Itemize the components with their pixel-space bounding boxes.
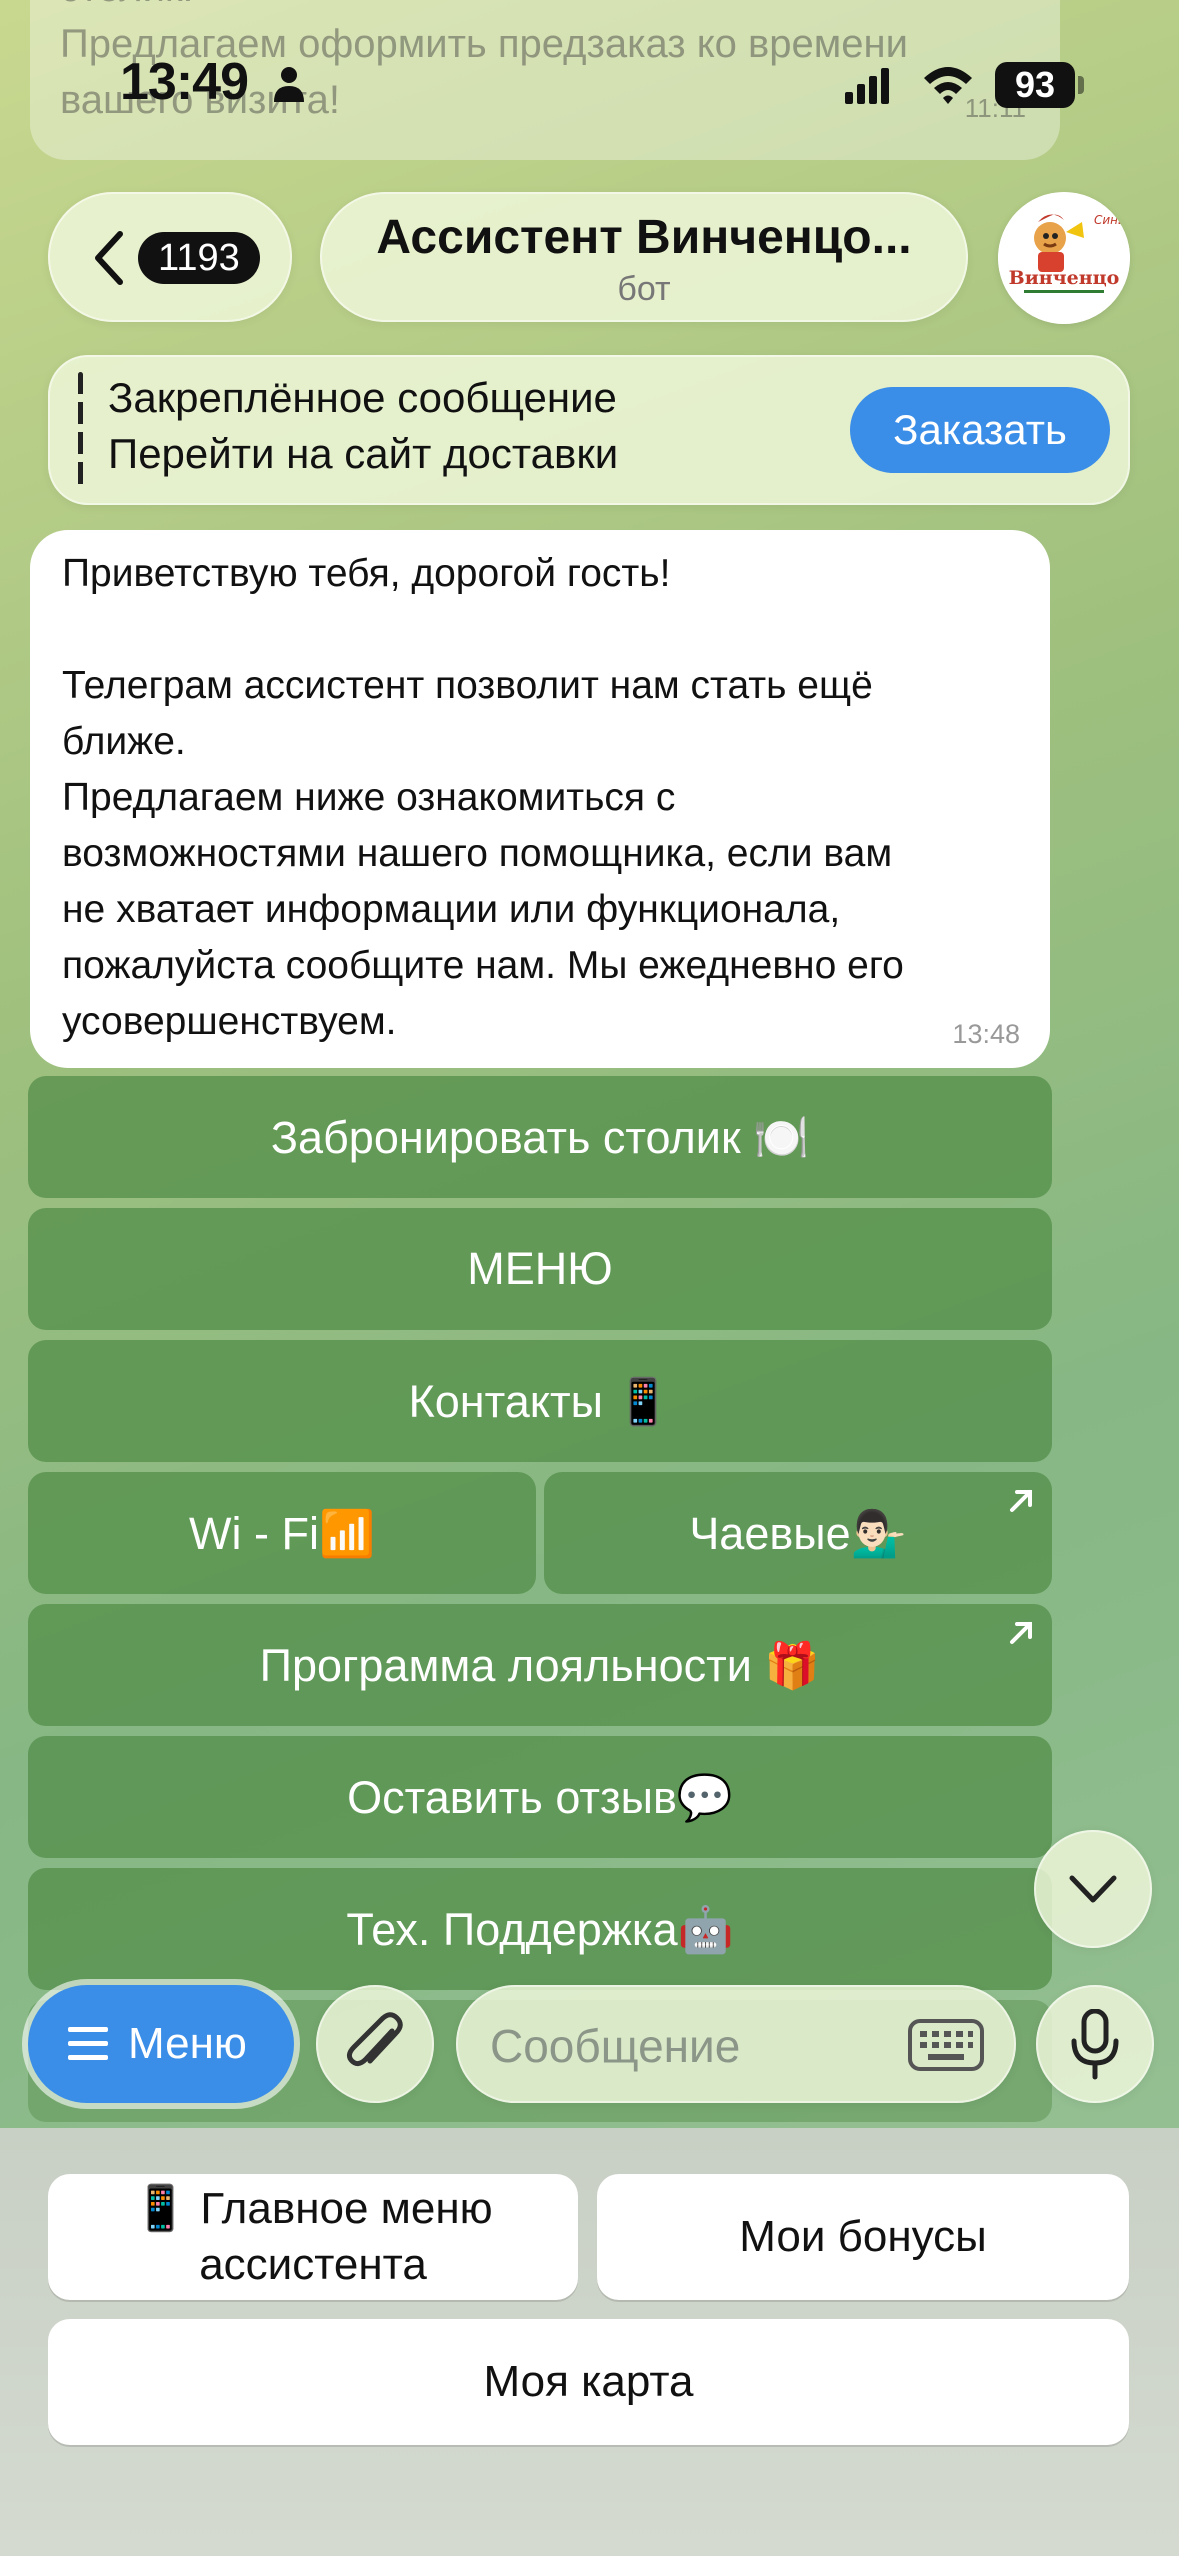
leave-review-button[interactable]: Оставить отзыв💬 (28, 1736, 1052, 1858)
battery-tip (1078, 76, 1084, 94)
chat-subtitle: бот (617, 270, 671, 308)
vincenzo-logo-icon: Винченцо Синьор (998, 192, 1130, 324)
battery-indicator: 93 (995, 62, 1075, 108)
status-time: 13:49 (120, 53, 249, 111)
pinned-indicator (78, 372, 83, 488)
main-menu-reply-button[interactable]: 📱 Главное меню ассистента (48, 2174, 578, 2300)
message-line: не хватает информации или функционала, (62, 888, 841, 931)
previous-message-line: столик. (60, 0, 194, 16)
bot-menu-button[interactable]: Меню (28, 1985, 294, 2103)
tips-button-label: Чаевые💁🏻‍♂️ (689, 1507, 907, 1559)
wifi-button[interactable]: Wi - Fi📶 (28, 1472, 536, 1594)
tech-support-button[interactable]: Тех. Поддержка🤖 (28, 1868, 1052, 1990)
svg-text:Винченцо: Винченцо (1009, 267, 1120, 289)
loyalty-program-label: Программа лояльности 🎁 (259, 1639, 821, 1691)
tips-button[interactable]: Чаевые💁🏻‍♂️ (544, 1472, 1052, 1594)
message-line: Предлагаем ниже ознакомиться с (62, 776, 676, 819)
cellular-signal-icon (845, 68, 889, 104)
bot-avatar[interactable]: Винченцо Синьор (998, 192, 1130, 324)
microphone-icon (1071, 2009, 1119, 2080)
loyalty-program-button[interactable]: Программа лояльности 🎁 (28, 1604, 1052, 1726)
pinned-title: Закреплённое сообщение (108, 374, 617, 421)
hamburger-icon (68, 2027, 108, 2060)
contacts-button[interactable]: Контакты 📱 (28, 1340, 1052, 1462)
external-link-arrow-icon (1010, 1490, 1032, 1512)
book-table-button[interactable]: Забронировать столик 🍽️ (28, 1076, 1052, 1198)
main-menu-label-line2: ассистента (199, 2240, 427, 2289)
pinned-text: Перейти на сайт доставки (108, 430, 619, 477)
message-line: возможностями нашего помощника, если вам (62, 832, 893, 875)
svg-text:Синьор: Синьор (1094, 213, 1130, 227)
message-bubble: Приветствую тебя, дорогой гость! Телегра… (30, 530, 1050, 1068)
message-input[interactable]: Сообщение (456, 1985, 1016, 2103)
external-link-arrow-icon (1010, 1622, 1032, 1644)
unread-count-badge: 1193 (138, 232, 260, 284)
message-line: пожалуйста сообщите нам. Мы ежедневно ег… (62, 944, 904, 987)
order-button[interactable]: Заказать (850, 387, 1110, 473)
my-bonuses-button[interactable]: Мои бонусы (597, 2174, 1129, 2300)
bot-menu-label: Меню (128, 2019, 247, 2068)
message-time: 13:48 (952, 1019, 1020, 1049)
message-placeholder: Сообщение (490, 2020, 741, 2072)
paperclip-icon (346, 2012, 403, 2067)
microphone-button[interactable] (1036, 1985, 1154, 2103)
menu-inline-button[interactable]: МЕНЮ (28, 1208, 1052, 1330)
wifi-icon (924, 67, 972, 104)
message-line: Приветствую тебя, дорогой гость! (62, 552, 671, 595)
main-menu-label-line1: 📱 Главное меню (133, 2184, 493, 2233)
message-line: ближе. (62, 720, 186, 763)
keyboard-icon[interactable] (908, 2019, 984, 2071)
chevron-left-icon (95, 231, 123, 285)
message-line: усовершенствуем. (62, 1000, 397, 1043)
my-card-button[interactable]: Моя карта (48, 2319, 1129, 2445)
person-icon (274, 67, 304, 102)
attach-button[interactable] (316, 1985, 434, 2103)
message-line: Телеграм ассистент позволит нам стать ещ… (62, 664, 873, 707)
chevron-down-icon (1069, 1875, 1117, 1903)
chat-title: Ассистент Винченцо... (376, 211, 912, 264)
scroll-down-button[interactable] (1034, 1830, 1152, 1948)
chat-title-pill[interactable]: Ассистент Винченцо... бот (320, 192, 968, 322)
